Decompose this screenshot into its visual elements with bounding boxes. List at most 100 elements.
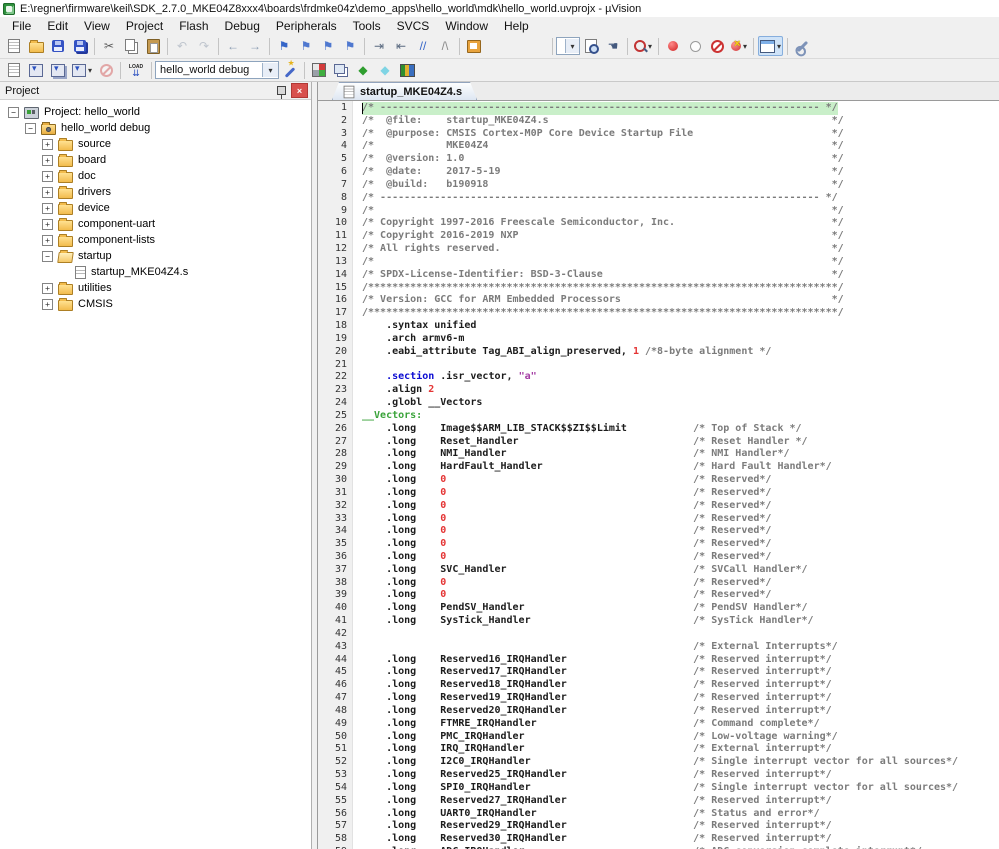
bookmark-margin[interactable]: [352, 140, 362, 153]
code-line[interactable]: 55 .long Reserved27_IRQHandler /* Reserv…: [318, 795, 999, 808]
dropdown-arrow-icon[interactable]: ▾: [88, 66, 92, 75]
tree-item-startup-mke04z4-s[interactable]: startup_MKE04Z4.s: [0, 264, 311, 280]
bookmark-margin[interactable]: [352, 384, 362, 397]
code-text[interactable]: __Vectors:: [362, 410, 422, 423]
code-text[interactable]: .long 0 /* Reserved*/: [362, 551, 771, 564]
code-text[interactable]: .long Reserved30_IRQHandler /* Reserved …: [362, 833, 832, 846]
code-text[interactable]: .long IRQ_IRQHandler /* External interru…: [362, 743, 832, 756]
debug-windows-icon[interactable]: ▾: [758, 36, 784, 56]
code-text[interactable]: .long UART0_IRQHandler /* Status and err…: [362, 808, 820, 821]
target-options-icon[interactable]: [280, 60, 300, 80]
code-line[interactable]: 22 .section .isr_vector, "a": [318, 371, 999, 384]
code-line[interactable]: 34 .long 0 /* Reserved*/: [318, 525, 999, 538]
bookmark-margin[interactable]: [352, 615, 362, 628]
code-text[interactable]: .long 0 /* Reserved*/: [362, 525, 771, 538]
code-text[interactable]: .long SysTick_Handler /* SysTick Handler…: [362, 615, 814, 628]
code-text[interactable]: .long I2C0_IRQHandler /* Single interrup…: [362, 756, 958, 769]
bookmark-margin[interactable]: [352, 654, 362, 667]
line-number[interactable]: 58: [318, 833, 352, 846]
bookmark-margin[interactable]: [352, 769, 362, 782]
menu-item-tools[interactable]: Tools: [345, 18, 389, 34]
bookmark-margin[interactable]: [352, 153, 362, 166]
code-text[interactable]: .align 2: [362, 384, 434, 397]
indent-icon[interactable]: ⇥: [369, 36, 389, 56]
navigate-forward-icon[interactable]: →: [245, 36, 265, 56]
code-line[interactable]: 24 .globl __Vectors: [318, 397, 999, 410]
bookmark-margin[interactable]: [352, 628, 362, 641]
bookmark-margin[interactable]: [352, 577, 362, 590]
code-text[interactable]: .eabi_attribute Tag_ABI_align_preserved,…: [362, 346, 771, 359]
close-panel-button[interactable]: ×: [291, 83, 308, 98]
manage-rte-icon[interactable]: [309, 60, 329, 80]
bookmark-margin[interactable]: [352, 705, 362, 718]
stop-build-icon[interactable]: [96, 60, 116, 80]
bookmark-margin[interactable]: [352, 641, 362, 654]
code-line[interactable]: 37 .long SVC_Handler /* SVCall Handler*/: [318, 564, 999, 577]
expander-plus-icon[interactable]: +: [42, 234, 53, 246]
tree-item-board[interactable]: + board: [0, 152, 311, 168]
code-line[interactable]: 7 /* @build: b190918 */: [318, 179, 999, 192]
bookmark-prev-icon[interactable]: ⚑: [296, 36, 316, 56]
expander-plus-icon[interactable]: +: [42, 154, 53, 166]
tree-item-source[interactable]: + source: [0, 136, 311, 152]
search-files-icon[interactable]: [581, 36, 601, 56]
line-number[interactable]: 33: [318, 513, 352, 526]
code-line[interactable]: 33 .long 0 /* Reserved*/: [318, 513, 999, 526]
code-line[interactable]: 20 .eabi_attribute Tag_ABI_align_preserv…: [318, 346, 999, 359]
bookmark-clear-all-icon[interactable]: ⚑: [340, 36, 360, 56]
line-number[interactable]: 51: [318, 743, 352, 756]
line-number[interactable]: 10: [318, 217, 352, 230]
line-number[interactable]: 49: [318, 718, 352, 731]
code-lines[interactable]: 1 /* ------------------------------------…: [318, 102, 999, 849]
code-line[interactable]: 2 /* @file: startup_MKE04Z4.s */: [318, 115, 999, 128]
code-line[interactable]: 6 /* @date: 2017-5-19 */: [318, 166, 999, 179]
bookmark-next-icon[interactable]: ⚑: [318, 36, 338, 56]
bookmark-margin[interactable]: [352, 307, 362, 320]
line-number[interactable]: 8: [318, 192, 352, 205]
code-line[interactable]: 30 .long 0 /* Reserved*/: [318, 474, 999, 487]
navigate-back-icon[interactable]: ←: [223, 36, 243, 56]
translate-icon[interactable]: [4, 60, 24, 80]
code-line[interactable]: 10 /* Copyright 1997-2016 Freescale Semic…: [318, 217, 999, 230]
find-text-combo[interactable]: ▾: [556, 37, 580, 55]
menu-item-view[interactable]: View: [76, 18, 118, 34]
code-text[interactable]: /* */: [362, 205, 844, 218]
code-line[interactable]: 21: [318, 359, 999, 372]
line-number[interactable]: 48: [318, 705, 352, 718]
bookmark-margin[interactable]: [352, 269, 362, 282]
code-line[interactable]: 53 .long Reserved25_IRQHandler /* Reserv…: [318, 769, 999, 782]
bookmark-margin[interactable]: [352, 551, 362, 564]
code-line[interactable]: 42: [318, 628, 999, 641]
bookmark-margin[interactable]: [352, 115, 362, 128]
dropdown-arrow-icon[interactable]: ▾: [262, 63, 279, 77]
line-number[interactable]: 17: [318, 307, 352, 320]
code-text[interactable]: .long Reserved27_IRQHandler /* Reserved …: [362, 795, 832, 808]
menu-item-edit[interactable]: Edit: [39, 18, 76, 34]
bookmark-margin[interactable]: [352, 423, 362, 436]
menu-item-project[interactable]: Project: [118, 18, 171, 34]
batch-build-icon[interactable]: ▾: [70, 60, 94, 80]
code-line[interactable]: 48 .long Reserved20_IRQHandler /* Reserv…: [318, 705, 999, 718]
line-number[interactable]: 57: [318, 820, 352, 833]
line-number[interactable]: 53: [318, 769, 352, 782]
code-text[interactable]: /* SPDX-License-Identifier: BSD-3-Clause…: [362, 269, 844, 282]
line-number[interactable]: 21: [318, 359, 352, 372]
line-number[interactable]: 42: [318, 628, 352, 641]
bookmark-margin[interactable]: [352, 230, 362, 243]
line-number[interactable]: 26: [318, 423, 352, 436]
menu-item-window[interactable]: Window: [437, 18, 496, 34]
code-line[interactable]: 4 /* MKE04Z4 */: [318, 140, 999, 153]
expander-minus-icon[interactable]: −: [42, 250, 53, 262]
tree-item-device[interactable]: + device: [0, 200, 311, 216]
bookmark-margin[interactable]: [352, 410, 362, 423]
code-text[interactable]: .long PendSV_Handler /* PendSV Handler*/: [362, 602, 807, 615]
bookmark-margin[interactable]: [352, 538, 362, 551]
code-line[interactable]: 29 .long HardFault_Handler /* Hard Fault…: [318, 461, 999, 474]
line-number[interactable]: 52: [318, 756, 352, 769]
manage-rte-diamond-icon[interactable]: ◆: [353, 60, 373, 80]
code-text[interactable]: .long PMC_IRQHandler /* Low-voltage warn…: [362, 731, 838, 744]
bookmark-margin[interactable]: [352, 256, 362, 269]
breakpoint-kill-icon[interactable]: [707, 36, 727, 56]
new-file-icon[interactable]: [4, 36, 24, 56]
bookmark-margin[interactable]: [352, 756, 362, 769]
